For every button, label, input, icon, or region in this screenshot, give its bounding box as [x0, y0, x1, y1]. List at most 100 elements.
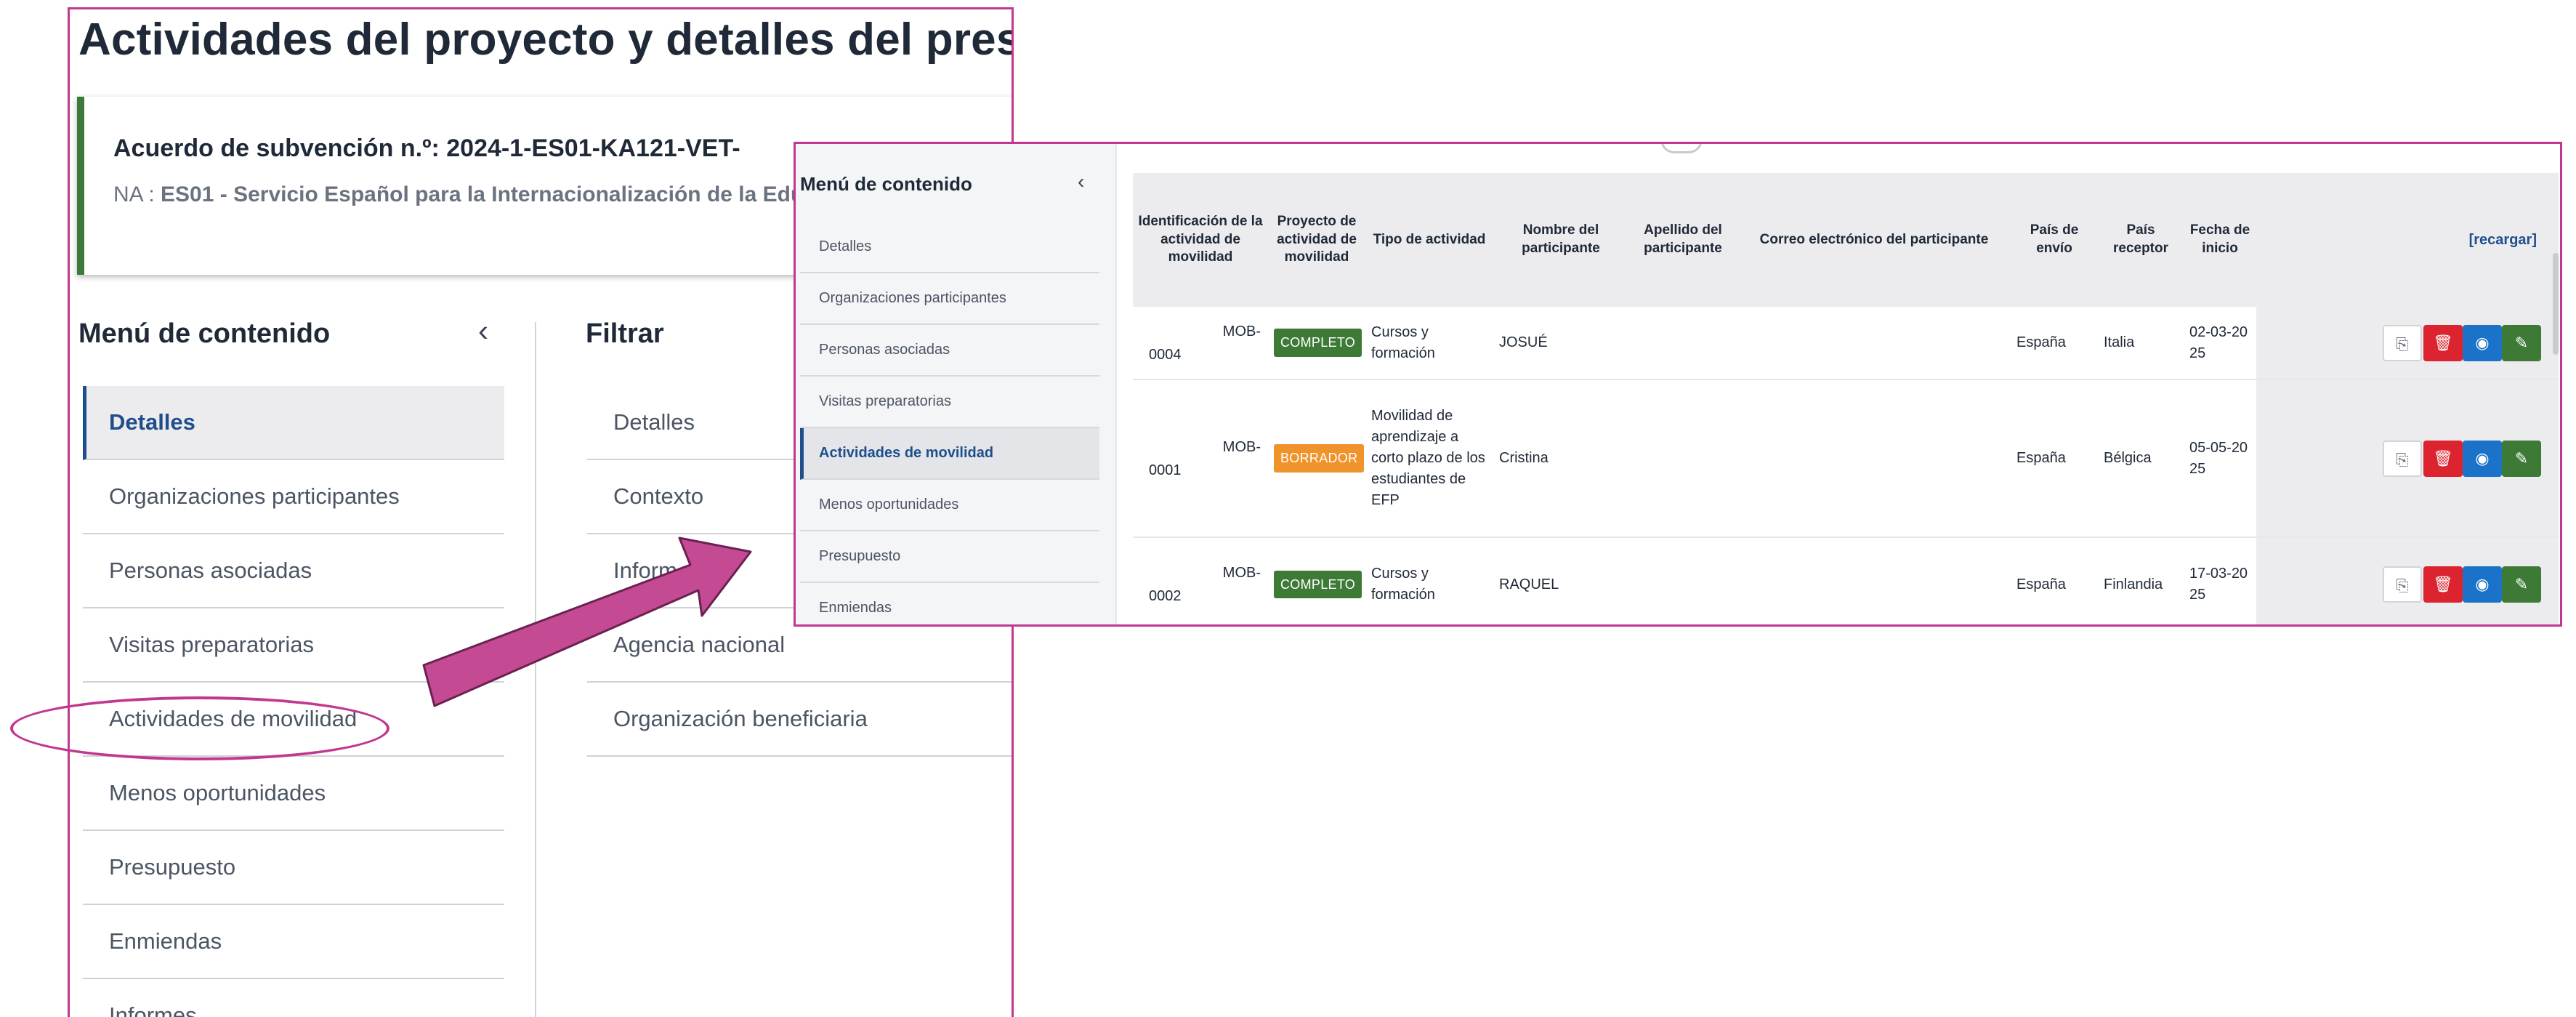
- eye-icon: ◉: [2475, 449, 2490, 467]
- mobility-activities-screenshot: Menú de contenido ‹ Detalles Organizacion…: [794, 142, 2562, 627]
- trash-button[interactable]: 🗑: [2423, 440, 2463, 477]
- edit-icon: ✎: [2514, 333, 2529, 352]
- cell-start-date: 02-03-2025: [2184, 307, 2256, 380]
- agency-name: ES01 - Servicio Español para la Internac…: [161, 182, 828, 206]
- content-menu-title: Menú de contenido: [800, 173, 972, 195]
- row-actions: ⎘ 🗑 ◉ ✎: [2256, 379, 2559, 538]
- activity-id-prefix: MOB-: [1222, 565, 1261, 581]
- copy-button[interactable]: ⎘: [2383, 324, 2422, 361]
- sidebar-item-presupuesto[interactable]: Presupuesto: [800, 531, 1099, 583]
- cell-type: Cursos y formación: [1365, 537, 1493, 624]
- edit-button[interactable]: ✎: [2502, 566, 2541, 603]
- activity-id-number: 0001: [1149, 462, 1182, 478]
- eye-button[interactable]: ◉: [2463, 566, 2502, 603]
- trash-button[interactable]: 🗑: [2423, 324, 2463, 361]
- column-header[interactable]: Apellido del participante: [1628, 173, 1737, 307]
- trash-icon: 🗑: [2433, 575, 2453, 593]
- sidebar-item-menos-oportunidades[interactable]: Menos oportunidades: [83, 757, 504, 831]
- column-header[interactable]: Fecha de inicio: [2184, 173, 2256, 307]
- eye-button[interactable]: ◉: [2463, 324, 2502, 361]
- cell-first-name: JOSUÉ: [1493, 307, 1628, 380]
- cell-sending-country: España: [2011, 537, 2098, 624]
- cell-first-name: RAQUEL: [1493, 537, 1628, 624]
- cell-first-name: Cristina: [1493, 379, 1628, 538]
- sidebar-item-enmiendas[interactable]: Enmiendas: [83, 905, 504, 979]
- cell-receiving-country: Finlandia: [2098, 537, 2184, 624]
- cell-sending-country: España: [2011, 307, 2098, 380]
- activities-table-area: Identificación de la actividad de movili…: [1133, 173, 2559, 624]
- column-header[interactable]: País receptor: [2098, 173, 2184, 307]
- national-agency: NA : ES01 - Servicio Español para la Int…: [113, 182, 828, 207]
- copy-button[interactable]: ⎘: [2383, 566, 2422, 603]
- sidebar-item-visitas-preparatorias[interactable]: Visitas preparatorias: [83, 608, 504, 683]
- column-header[interactable]: Proyecto de actividad de movilidad: [1268, 173, 1365, 307]
- cell-last-name: [1628, 379, 1737, 538]
- cut-off-label: n.ombre: [73, 9, 137, 14]
- chevron-left-icon[interactable]: ‹: [478, 313, 488, 348]
- sidebar-item-detalles[interactable]: Detalles: [83, 386, 504, 460]
- copy-button[interactable]: ⎘: [2383, 440, 2422, 477]
- eye-icon: ◉: [2475, 333, 2490, 352]
- reload-link[interactable]: [recargar]: [2469, 232, 2537, 248]
- edit-button[interactable]: ✎: [2502, 440, 2541, 477]
- column-header[interactable]: Identificación de la actividad de movili…: [1133, 173, 1268, 307]
- status-badge: COMPLETO: [1274, 329, 1362, 357]
- column-divider: [535, 322, 536, 1017]
- eye-icon: ◉: [2475, 575, 2490, 593]
- activity-id-number: 0004: [1149, 346, 1182, 363]
- edit-button[interactable]: ✎: [2502, 324, 2541, 361]
- cell-email: [1737, 307, 2011, 380]
- row-actions: ⎘ 🗑 ◉ ✎: [2256, 307, 2559, 380]
- chevron-left-icon[interactable]: ‹: [1078, 170, 1084, 193]
- sidebar-item-organizaciones-participantes[interactable]: Organizaciones participantes: [83, 460, 504, 534]
- sidebar-item-informes[interactable]: Informes: [83, 979, 504, 1017]
- sidebar-item-menos-oportunidades[interactable]: Menos oportunidades: [800, 480, 1099, 531]
- status-badge: BORRADOR: [1274, 444, 1365, 473]
- sidebar-item-enmiendas[interactable]: Enmiendas: [800, 583, 1099, 624]
- cell-last-name: [1628, 537, 1737, 624]
- sidebar-item-personas-asociadas[interactable]: Personas asociadas: [83, 534, 504, 608]
- sidebar-item-actividades-de-movilidad[interactable]: Actividades de movilidad: [83, 683, 504, 757]
- activity-id-number: 0002: [1149, 588, 1182, 604]
- copy-icon: ⎘: [2396, 334, 2409, 353]
- eye-button[interactable]: ◉: [2463, 440, 2502, 477]
- edit-icon: ✎: [2514, 575, 2529, 593]
- grant-number: Acuerdo de subvención n.º: 2024-1-ES01-K…: [113, 134, 740, 162]
- page-title: Actividades del proyecto y detalles del …: [78, 15, 1014, 65]
- cell-email: [1737, 379, 2011, 538]
- filter-title: Filtrar: [586, 318, 664, 349]
- cell-sending-country: España: [2011, 379, 2098, 538]
- table-scrollbar[interactable]: [2553, 253, 2559, 355]
- agency-prefix: NA :: [113, 182, 161, 206]
- status-cell: BORRADOR: [1268, 379, 1365, 538]
- status-cell: COMPLETO: [1268, 307, 1365, 380]
- column-header[interactable]: Tipo de actividad: [1365, 173, 1493, 307]
- table-row[interactable]: MOB- 0002 COMPLETO Cursos y formación RAQUEL…: [1133, 537, 2559, 624]
- activity-id-cell: MOB- 0002: [1133, 537, 1268, 624]
- table-row[interactable]: MOB- 0004 COMPLETO Cursos y formación JOSUÉ E…: [1133, 307, 2559, 380]
- content-menu: Detalles Organizaciones participantes Pers…: [800, 222, 1099, 624]
- copy-icon: ⎘: [2396, 576, 2409, 595]
- cell-start-date: 05-05-2025: [2184, 379, 2256, 538]
- filter-item-organizacion-beneficiaria[interactable]: Organización beneficiaria: [587, 683, 1012, 757]
- trash-button[interactable]: 🗑: [2423, 566, 2463, 603]
- trash-icon: 🗑: [2433, 333, 2453, 352]
- column-header[interactable]: País de envío: [2011, 173, 2098, 307]
- sidebar-item-personas-asociadas[interactable]: Personas asociadas: [800, 325, 1099, 377]
- drag-handle[interactable]: [1660, 144, 1703, 153]
- trash-icon: 🗑: [2433, 449, 2453, 467]
- sidebar-item-visitas-preparatorias[interactable]: Visitas preparatorias: [800, 377, 1099, 428]
- sidebar-item-organizaciones-participantes[interactable]: Organizaciones participantes: [800, 273, 1099, 325]
- activity-id-prefix: MOB-: [1222, 438, 1261, 455]
- table-header-row: Identificación de la actividad de movili…: [1133, 173, 2559, 307]
- content-menu: Detalles Organizaciones participantes Pers…: [83, 386, 504, 1017]
- table-row[interactable]: MOB- 0001 BORRADOR Movilidad de aprendizaje…: [1133, 379, 2559, 538]
- column-header[interactable]: Correo electrónico del participante: [1737, 173, 2011, 307]
- activity-id-cell: MOB- 0004: [1133, 307, 1268, 380]
- sidebar-item-detalles[interactable]: Detalles: [800, 222, 1099, 273]
- content-menu-title: Menú de contenido: [78, 318, 331, 349]
- sidebar-item-presupuesto[interactable]: Presupuesto: [83, 831, 504, 905]
- sidebar-item-actividades-de-movilidad[interactable]: Actividades de movilidad: [800, 428, 1099, 480]
- column-header[interactable]: Nombre del participante: [1493, 173, 1628, 307]
- status-badge: COMPLETO: [1274, 570, 1362, 599]
